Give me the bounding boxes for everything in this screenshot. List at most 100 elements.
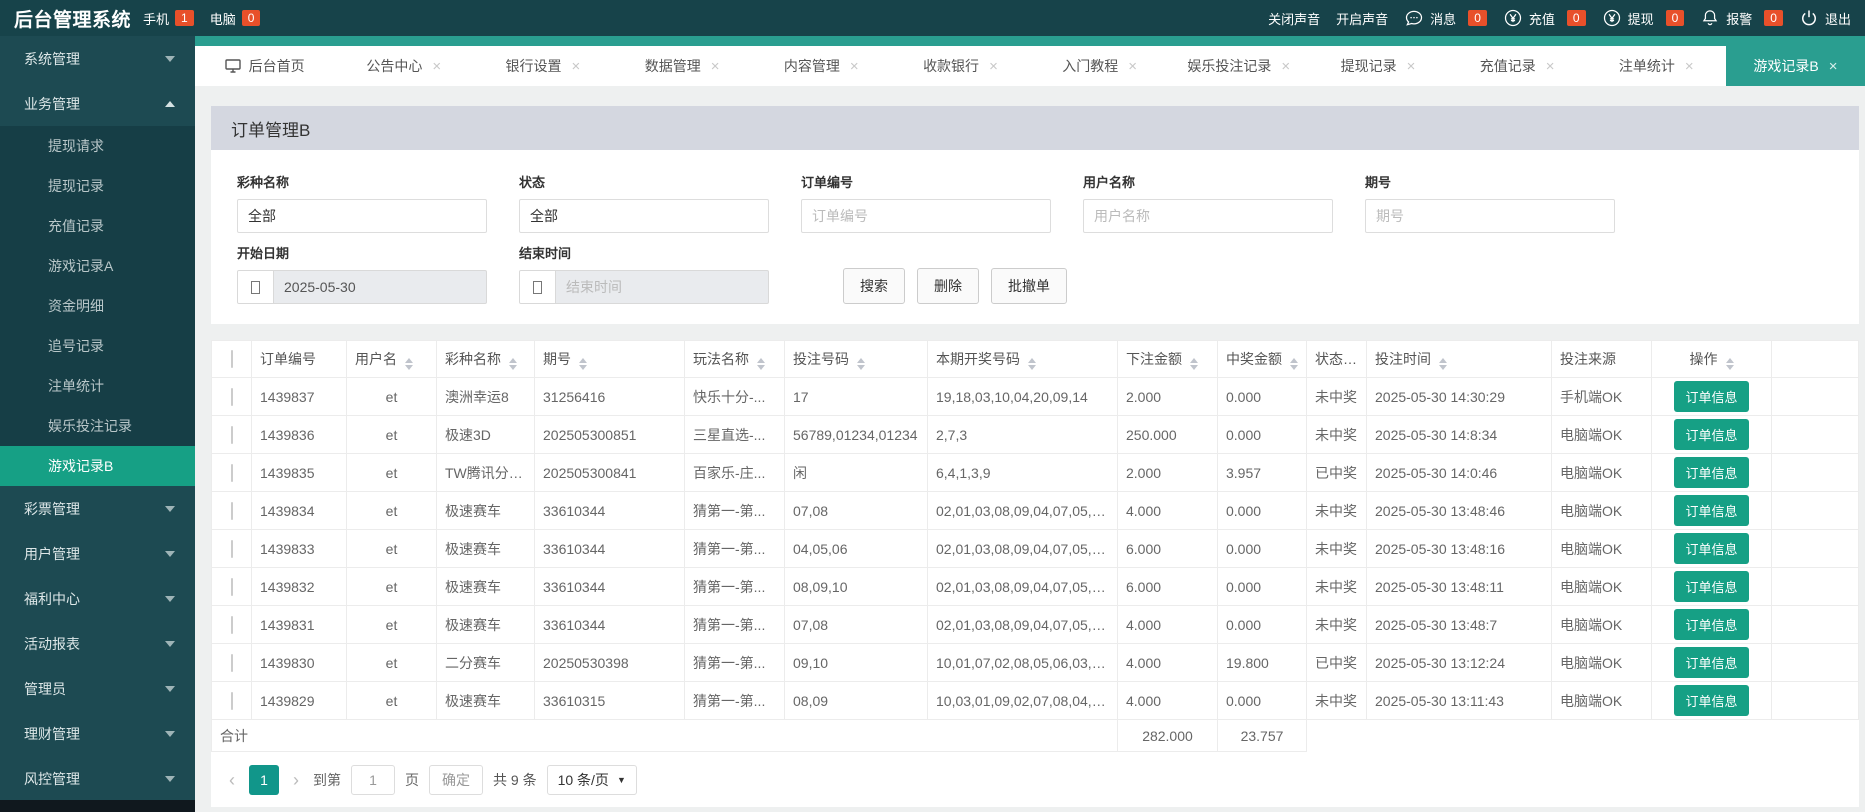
row-checkbox[interactable] [231,616,233,634]
numbers-header[interactable]: 投注号码 [785,341,928,378]
time-header[interactable]: 投注时间 [1367,341,1552,378]
sidebar-item-bet-stats[interactable]: 注单统计 [0,366,195,406]
sort-icon[interactable] [405,358,413,370]
tab-entertainment-bet-records[interactable]: 娱乐投注记录× [1169,46,1308,86]
sidebar-group-admin[interactable]: 管理员 [0,666,195,711]
tab-data-management[interactable]: 数据管理× [613,46,752,86]
tab-withdraw-records[interactable]: 提现记录× [1308,46,1447,86]
start-date-input[interactable] [274,271,486,303]
sidebar-group-user[interactable]: 用户管理 [0,531,195,576]
order-info-button[interactable]: 订单信息 [1674,609,1748,640]
row-checkbox[interactable] [231,540,233,558]
chevron-right-icon[interactable]: › [289,770,303,791]
end-time-picker[interactable] [519,270,769,304]
sidebar-item-withdraw-request[interactable]: 提现请求 [0,126,195,166]
order-info-button[interactable]: 订单信息 [1674,495,1748,526]
lottery-name-input[interactable] [237,199,487,233]
sort-icon[interactable] [1439,358,1447,370]
status-input[interactable] [519,199,769,233]
sort-icon[interactable] [1726,358,1734,370]
lottery-header[interactable]: 彩种名称 [437,341,535,378]
sort-icon[interactable] [757,358,765,370]
sidebar-item-recharge-records[interactable]: 充值记录 [0,206,195,246]
win-header[interactable]: 中奖金额 [1218,341,1307,378]
search-button[interactable]: 搜索 [843,268,905,304]
user-name-input[interactable] [1083,199,1333,233]
close-icon[interactable]: × [1546,58,1555,75]
end-time-input[interactable] [556,271,768,303]
row-checkbox[interactable] [231,692,233,710]
close-icon[interactable]: × [1407,58,1416,75]
topbar-item-messages[interactable]: 消息0 [1404,8,1487,28]
tab-bank-settings[interactable]: 银行设置× [473,46,612,86]
sidebar-item-withdraw-records[interactable]: 提现记录 [0,166,195,206]
sort-icon[interactable] [509,358,517,370]
issue-input[interactable] [1365,199,1615,233]
order-info-button[interactable]: 订单信息 [1674,419,1748,450]
batch-cancel-button[interactable]: 批撤单 [991,268,1067,304]
tab-home[interactable]: 后台首页 [195,46,334,86]
row-checkbox[interactable] [231,578,233,596]
confirm-page-button[interactable]: 确定 [429,765,483,795]
sort-icon[interactable] [1028,358,1036,370]
order-info-button[interactable]: 订单信息 [1674,381,1748,412]
order-info-button[interactable]: 订单信息 [1674,647,1748,678]
order-info-button[interactable]: 订单信息 [1674,571,1748,602]
sidebar-group-business[interactable]: 业务管理 [0,81,195,126]
status-header[interactable]: 状态 [1307,341,1367,378]
order-info-button[interactable]: 订单信息 [1674,533,1748,564]
logout-button[interactable]: 退出 [1799,8,1851,28]
close-icon[interactable]: × [1128,58,1137,75]
close-icon[interactable]: × [432,58,441,75]
topbar-item-withdraw[interactable]: 提现0 [1602,8,1685,28]
close-icon[interactable]: × [1685,58,1694,75]
order-id-input[interactable] [801,199,1051,233]
sidebar-item-game-records-b[interactable]: 游戏记录B [0,446,195,486]
sidebar-group-risk[interactable]: 风控管理 [0,756,195,801]
close-icon[interactable]: × [989,58,998,75]
row-checkbox[interactable] [231,388,233,406]
sort-icon[interactable] [1190,358,1198,370]
sidebar-item-chase-records[interactable]: 追号记录 [0,326,195,366]
topbar-item-recharge[interactable]: 充值0 [1503,8,1586,28]
tab-notice-center[interactable]: 公告中心× [334,46,473,86]
tab-tutorial[interactable]: 入门教程× [1030,46,1169,86]
sort-icon[interactable] [579,358,587,370]
delete-button[interactable]: 删除 [917,268,979,304]
bet-header[interactable]: 下注金额 [1118,341,1218,378]
goto-page-input[interactable] [351,765,395,795]
user-header[interactable]: 用户名 [347,341,437,378]
order-info-button[interactable]: 订单信息 [1674,457,1748,488]
close-icon[interactable]: × [850,58,859,75]
tab-game-records-b[interactable]: 游戏记录B× [1726,46,1865,86]
sound-off-link[interactable]: 关闭声音 [1268,9,1320,28]
sidebar-group-finance[interactable]: 理财管理 [0,711,195,756]
action-header[interactable]: 操作 [1652,341,1772,378]
draw-header[interactable]: 本期开奖号码 [928,341,1118,378]
page-size-select[interactable]: 10 条/页 ▼ [547,765,637,795]
row-checkbox[interactable] [231,502,233,520]
row-checkbox[interactable] [231,426,233,444]
sound-on-link[interactable]: 开启声音 [1336,9,1388,28]
tab-recharge-records[interactable]: 充值记录× [1448,46,1587,86]
sidebar-item-entertainment-bet-records[interactable]: 娱乐投注记录 [0,406,195,446]
close-icon[interactable]: × [1829,58,1838,75]
order-info-button[interactable]: 订单信息 [1674,685,1748,716]
sort-icon[interactable] [1290,358,1298,370]
topbar-item-alarm[interactable]: 报警0 [1700,8,1783,28]
issue-header[interactable]: 期号 [535,341,685,378]
close-icon[interactable]: × [1281,58,1290,75]
sidebar-group-system[interactable]: 系统管理 [0,36,195,81]
sidebar-group-lottery[interactable]: 彩票管理 [0,486,195,531]
tab-bet-stats[interactable]: 注单统计× [1587,46,1726,86]
start-date-picker[interactable] [237,270,487,304]
tab-receiving-bank[interactable]: 收款银行× [891,46,1030,86]
sort-icon[interactable] [857,358,865,370]
select-all-checkbox[interactable] [231,350,233,368]
sidebar-item-game-records-a[interactable]: 游戏记录A [0,246,195,286]
sidebar-group-welfare[interactable]: 福利中心 [0,576,195,621]
chevron-left-icon[interactable]: ‹ [225,770,239,791]
close-icon[interactable]: × [572,58,581,75]
sidebar-group-activity[interactable]: 活动报表 [0,621,195,666]
row-checkbox[interactable] [231,464,233,482]
